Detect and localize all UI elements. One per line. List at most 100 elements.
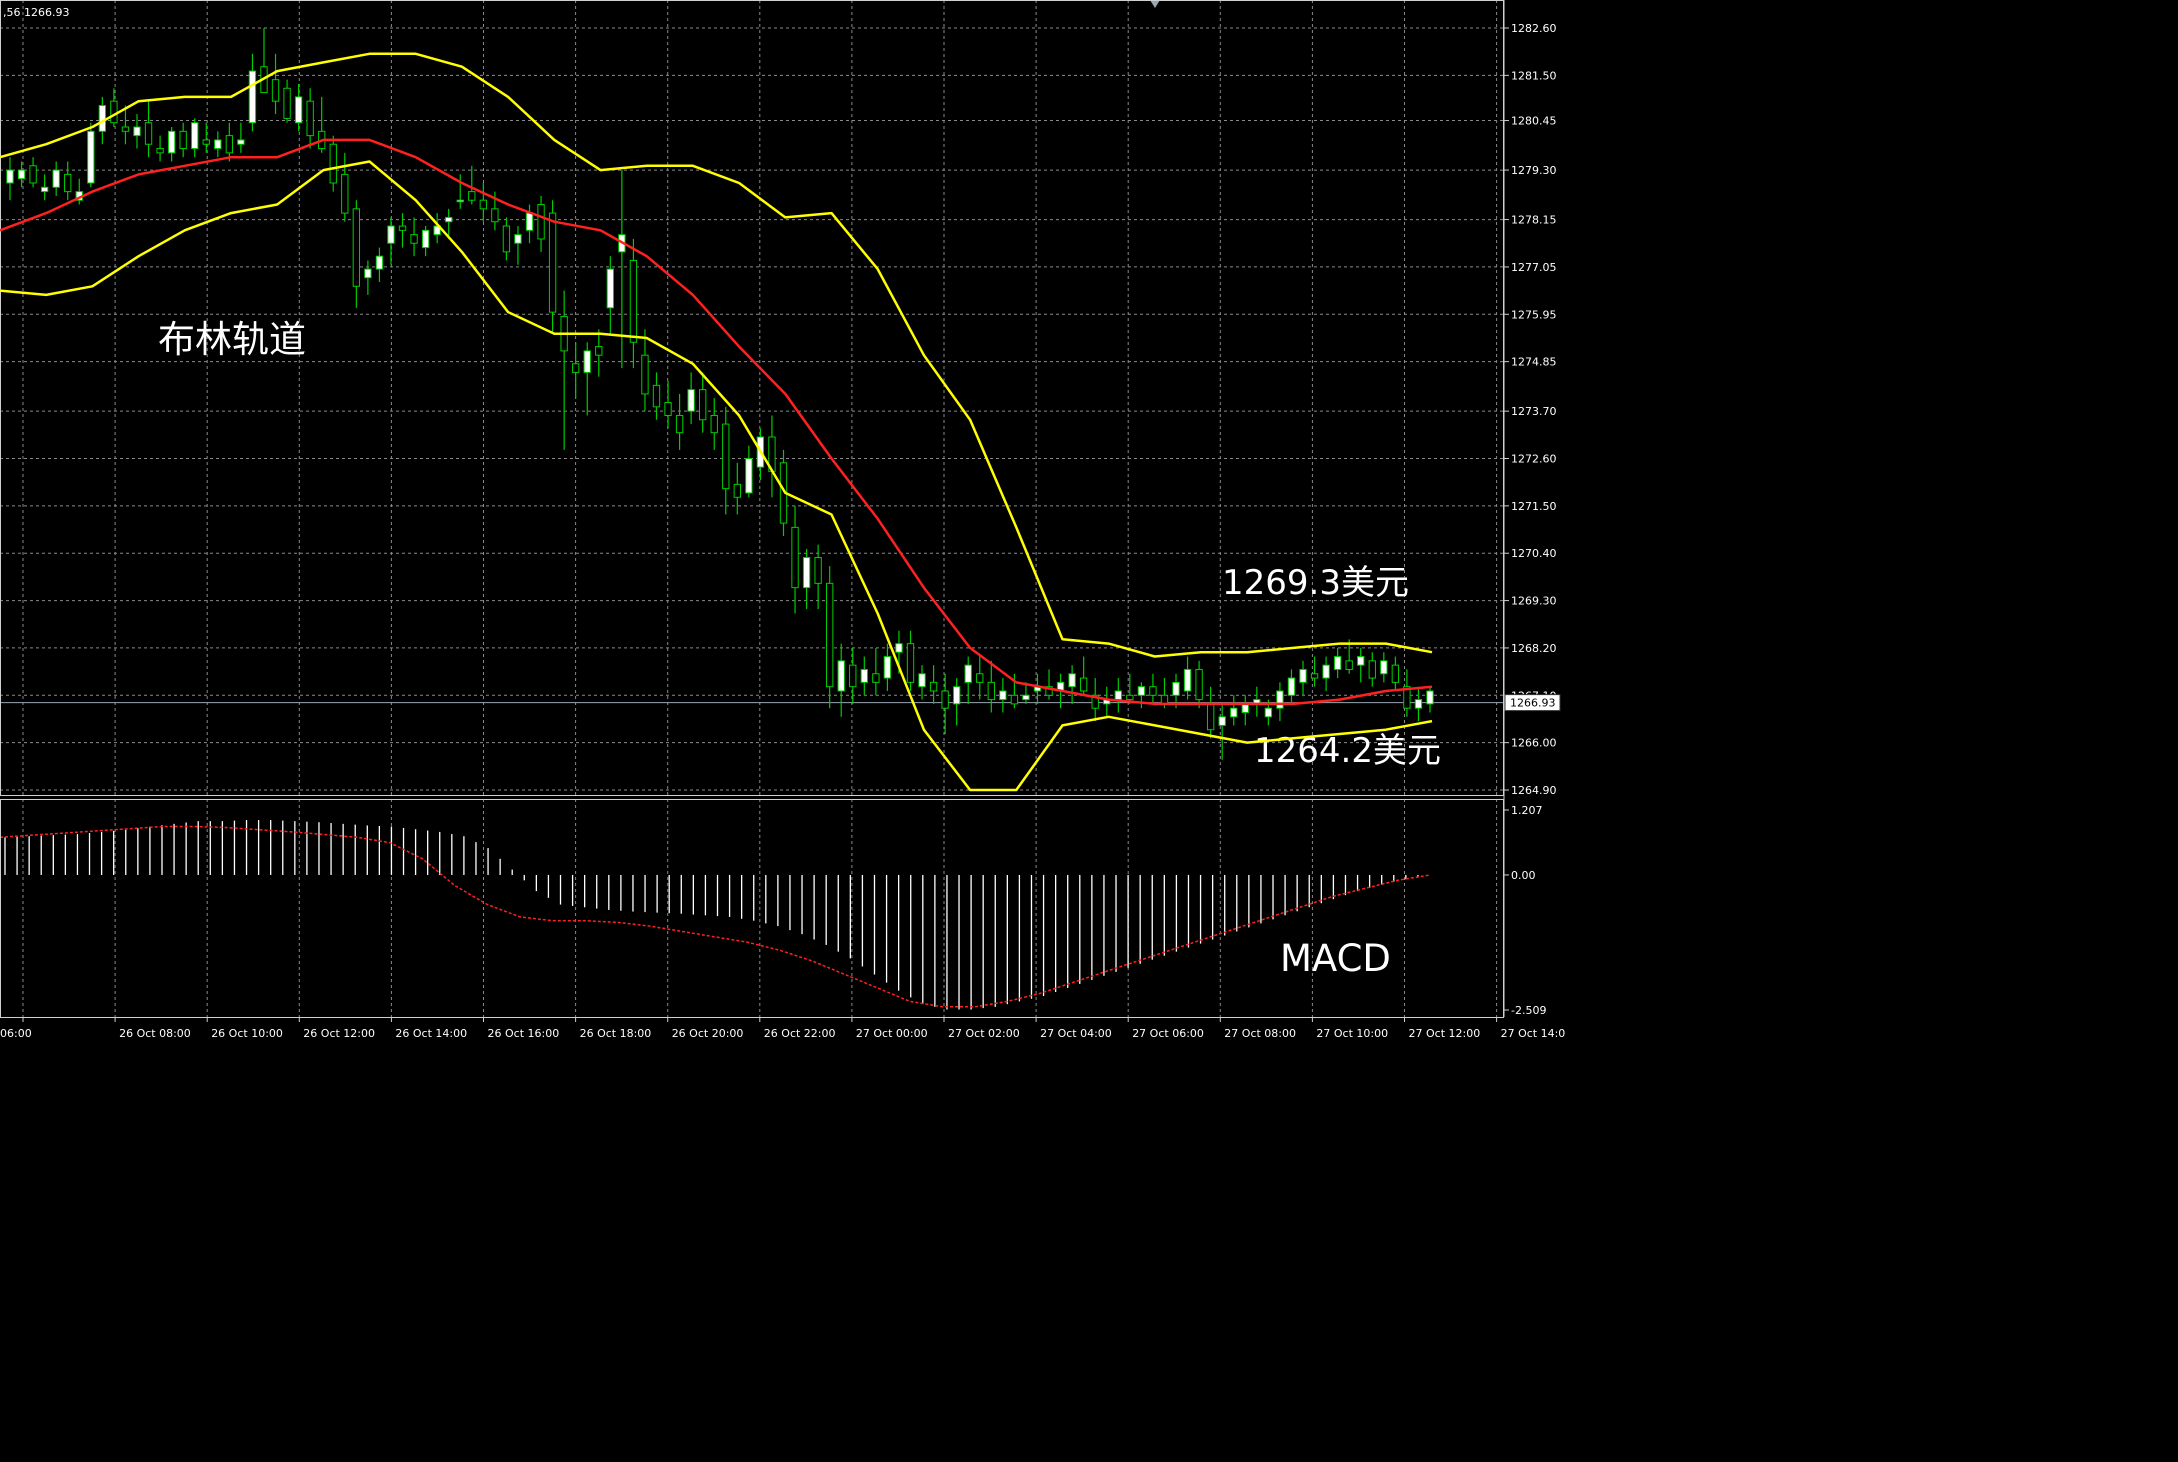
candle-body [398, 225, 407, 231]
price-tick-label: 1281.50 [1511, 69, 1557, 82]
candle-body [826, 582, 834, 688]
time-tick-label: 26 Oct 08:00 [119, 1027, 191, 1040]
price-tick-label: 1278.15 [1511, 214, 1557, 227]
candle-body [271, 79, 280, 102]
time-tick-label: 27 Oct 12:00 [1409, 1027, 1481, 1040]
candle-body [1160, 694, 1169, 705]
candle-body [387, 225, 395, 244]
candle-body [837, 660, 845, 692]
time-tick-label: 27 Oct 02:00 [948, 1027, 1020, 1040]
candle-body [641, 354, 649, 395]
candle-body [814, 557, 822, 584]
candle-body [421, 229, 430, 249]
candle-body [445, 216, 453, 223]
candle-body [964, 664, 972, 683]
candle-body [1022, 694, 1030, 701]
candle-body [1218, 716, 1226, 726]
price-tick-label: 1280.45 [1511, 115, 1557, 128]
candle-body [133, 126, 141, 137]
time-tick-label: 26 Oct 20:00 [672, 1027, 744, 1040]
candle-body [1357, 656, 1365, 666]
price-tick-label: 1273.70 [1511, 405, 1557, 418]
candle-body [537, 204, 545, 240]
candle-body [675, 414, 684, 434]
symbol-header: ,56 1266.93 [3, 6, 69, 19]
candle-body [976, 673, 984, 683]
candle-body [952, 686, 961, 705]
time-tick-label: 26 Oct 22:00 [764, 1027, 836, 1040]
time-tick-label: 26 Oct 18:00 [580, 1027, 652, 1040]
candle-body [1172, 681, 1180, 696]
candle-body [872, 673, 880, 683]
candle-body [999, 690, 1007, 701]
candle-body [144, 122, 153, 145]
candle-body [64, 173, 72, 193]
candle-body [1195, 668, 1203, 701]
price-tick-label: 1279.30 [1511, 164, 1557, 177]
candle-body [1345, 660, 1353, 670]
candle-body [883, 656, 892, 679]
time-tick-label: 27 Oct 10:00 [1316, 1027, 1388, 1040]
candle-body [341, 173, 349, 214]
macd-label: MACD [1280, 937, 1391, 980]
time-tick-label: 27 Oct 04:00 [1040, 1027, 1112, 1040]
candle-body [121, 126, 130, 132]
candle-body [225, 135, 234, 154]
candle-body [110, 100, 118, 124]
candle-body [479, 199, 488, 210]
time-tick-label: 27 Oct 08:00 [1224, 1027, 1296, 1040]
candle-body [710, 414, 718, 434]
time-tick-label: 06:00 [0, 1027, 32, 1040]
candle-body [941, 690, 949, 709]
candle-body [456, 199, 464, 203]
candle-body [87, 130, 95, 184]
candle-body [687, 389, 695, 412]
candle-body [918, 673, 926, 688]
candle-body [375, 255, 384, 270]
candle-body [40, 186, 49, 193]
candle-body [1206, 703, 1215, 731]
candle-body [906, 643, 915, 683]
trading-chart[interactable]: 1282.60 1281.50 1280.45 1279.30 1278.15 1277.… [0, 0, 1566, 1053]
price-tick-label: 1270.40 [1511, 547, 1557, 560]
candle-body [1264, 707, 1273, 718]
candle-body [929, 681, 938, 692]
candle-body [191, 122, 199, 150]
candle-body [1368, 660, 1376, 679]
candle-body [895, 643, 903, 653]
candle-body [502, 225, 511, 253]
candle-body [1114, 690, 1122, 701]
candle-body [629, 259, 638, 343]
candle-body [294, 96, 303, 124]
candle-body [514, 234, 522, 244]
time-tick-label: 26 Oct 14:00 [395, 1027, 467, 1040]
candle-body [237, 139, 245, 145]
time-tick-label: 26 Oct 12:00 [303, 1027, 375, 1040]
candle-body [329, 143, 337, 184]
candle-body [17, 169, 26, 180]
candle-body [1137, 686, 1146, 696]
time-tick-label: 27 Oct 06:00 [1132, 1027, 1204, 1040]
candle-body [202, 139, 210, 145]
candle-body [1241, 703, 1249, 714]
candle-body [283, 87, 291, 119]
price-tick-label: 1266.00 [1511, 737, 1557, 750]
candle-body [987, 681, 995, 701]
candle-body [364, 268, 372, 279]
candle-body [1183, 668, 1192, 692]
candle-body [1068, 673, 1076, 688]
current-price-value: 1266.93 [1510, 697, 1556, 710]
candle-body [1287, 677, 1296, 696]
time-tick-label: 26 Oct 16:00 [488, 1027, 560, 1040]
bollinger-label: 布林轨道 [158, 318, 306, 361]
candle-body [1391, 664, 1400, 683]
candle-body [156, 148, 164, 154]
price-tick-label: 1269.30 [1511, 595, 1557, 608]
candle-body [248, 70, 257, 124]
candle-body [214, 139, 222, 150]
candle-body [1230, 707, 1238, 718]
macd-tick-label: 1.207 [1511, 804, 1543, 817]
candle-body [468, 191, 476, 201]
macd-tick-label: 0.00 [1511, 869, 1536, 882]
macd-tick-label: -2.509 [1511, 1004, 1546, 1017]
